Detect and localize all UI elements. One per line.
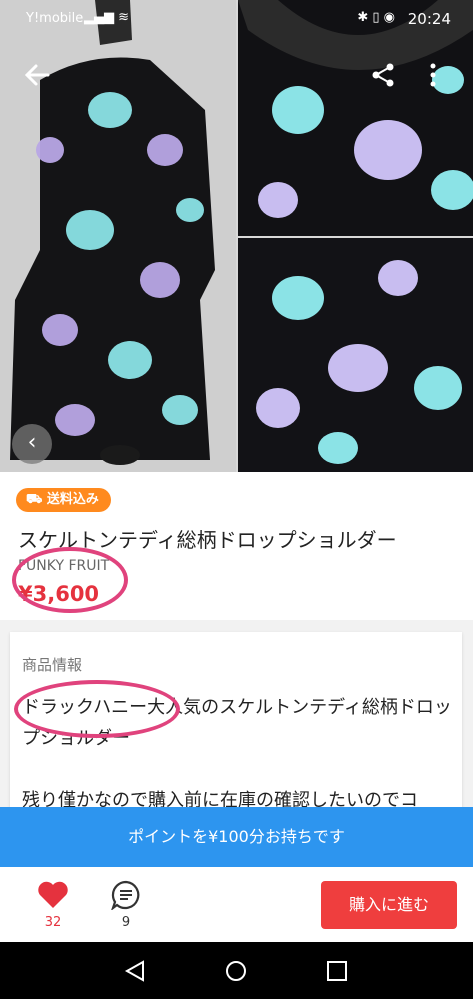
nav-recents-icon[interactable] bbox=[326, 960, 348, 982]
nav-home-icon[interactable] bbox=[224, 959, 248, 983]
system-nav-bar bbox=[0, 942, 473, 999]
purchase-button[interactable]: 購入に進む bbox=[321, 881, 457, 929]
heart-icon bbox=[38, 881, 68, 908]
share-button[interactable] bbox=[370, 62, 396, 93]
like-button[interactable] bbox=[37, 880, 69, 914]
points-banner[interactable]: ポイントを¥100分お持ちです bbox=[0, 807, 473, 867]
truck-icon: ⛟ bbox=[26, 492, 47, 507]
image-toolbar bbox=[0, 40, 473, 110]
gallery-prev-button[interactable]: ‹ bbox=[12, 424, 52, 464]
more-button[interactable] bbox=[428, 62, 438, 93]
status-bar: Y!mobile ▂▄▆ ≋ ✱ ▯ ◉ 20:24 bbox=[0, 0, 473, 40]
product-photo-detail-print[interactable] bbox=[238, 238, 473, 472]
comment-count: 9 bbox=[121, 915, 131, 930]
back-button[interactable] bbox=[24, 62, 50, 93]
annotation-circle-brand bbox=[12, 547, 128, 613]
share-icon bbox=[372, 63, 394, 87]
carrier-name: Y!mobile bbox=[26, 11, 84, 26]
like-count: 32 bbox=[44, 915, 62, 930]
shipping-badge-label: 送料込み bbox=[46, 492, 99, 507]
clock: 20:24 bbox=[407, 10, 451, 28]
comment-button[interactable] bbox=[110, 880, 141, 914]
arrow-left-icon bbox=[24, 64, 50, 86]
shipping-included-badge: ⛟ 送料込み bbox=[16, 488, 111, 512]
comment-icon bbox=[110, 880, 140, 911]
more-vertical-icon bbox=[430, 63, 436, 87]
chevron-left-icon: ‹ bbox=[27, 430, 37, 455]
annotation-circle-description bbox=[14, 680, 180, 738]
description-heading: 商品情報 bbox=[22, 656, 83, 674]
signal-icon: ▂▄▆ ≋ bbox=[84, 10, 130, 25]
nav-back-icon[interactable] bbox=[123, 959, 147, 983]
status-icons: ✱ ▯ ◉ bbox=[357, 10, 395, 25]
